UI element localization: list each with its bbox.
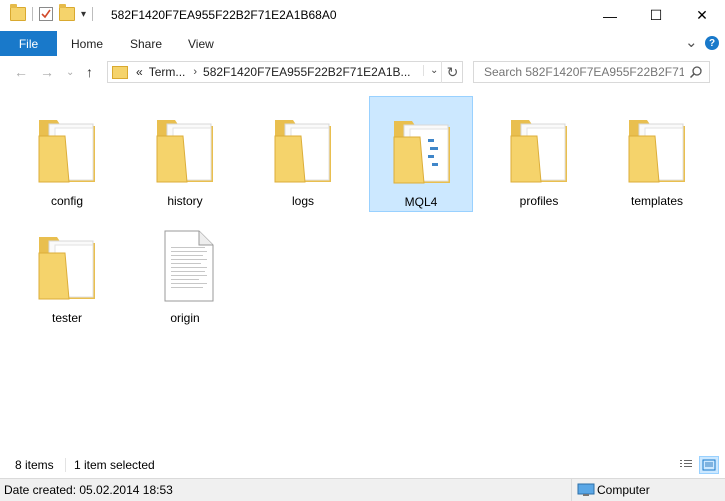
window-title: 582F1420F7EA955F22B2F71E2A1B68A0: [111, 8, 337, 22]
maximize-button[interactable]: ☐: [633, 0, 679, 31]
status-bar: 8 items 1 item selected: [0, 454, 725, 476]
new-folder-icon[interactable]: [59, 4, 75, 21]
search-box[interactable]: [473, 61, 710, 83]
folder-icon: [10, 4, 26, 21]
title-bar: ▾ 582F1420F7EA955F22B2F71E2A1B68A0 — ☐ ✕: [0, 0, 725, 31]
tab-home[interactable]: Home: [71, 31, 103, 56]
properties-icon[interactable]: [39, 7, 53, 21]
item-count: 8 items: [15, 458, 54, 472]
back-icon[interactable]: ←: [14, 64, 28, 80]
file-item-label: logs: [291, 194, 314, 208]
refresh-icon[interactable]: ↻: [441, 61, 463, 83]
expand-ribbon-icon[interactable]: ⌄: [685, 33, 698, 51]
address-bar[interactable]: « Term... › 582F1420F7EA955F22B2F71E2A1B…: [107, 61, 463, 83]
breadcrumb-terminal[interactable]: Term...: [149, 65, 186, 79]
ribbon-tabs: File Home Share View ⌄ ?: [0, 31, 725, 57]
file-item-label: origin: [170, 311, 200, 325]
folder-icon: [112, 65, 128, 79]
file-list: config history logs MQL4 profiles templa…: [0, 88, 725, 450]
details-view-icon[interactable]: [677, 456, 697, 474]
file-item-history[interactable]: history: [133, 96, 237, 212]
breadcrumb-overflow[interactable]: «: [136, 65, 143, 79]
file-item-label: history: [167, 194, 203, 208]
breadcrumb-current[interactable]: 582F1420F7EA955F22B2F71E2A1B...: [203, 65, 410, 79]
divider: [571, 479, 572, 501]
file-item-label: MQL4: [404, 195, 438, 209]
details-bar: Date created: 05.02.2014 18:53 Computer: [0, 478, 725, 501]
help-icon[interactable]: ?: [705, 36, 719, 50]
recent-locations-icon[interactable]: ⌄: [66, 67, 74, 78]
selection-count: 1 item selected: [74, 458, 155, 472]
file-item-label: templates: [630, 194, 684, 208]
close-button[interactable]: ✕: [679, 0, 725, 31]
file-item-templates[interactable]: templates: [605, 96, 709, 212]
large-icons-view-icon[interactable]: [699, 456, 719, 474]
file-item-logs[interactable]: logs: [251, 96, 355, 212]
tab-view[interactable]: View: [188, 31, 214, 56]
file-item-origin[interactable]: origin: [133, 213, 237, 329]
file-item-label: tester: [51, 311, 82, 325]
file-item-mql4[interactable]: MQL4: [369, 96, 473, 212]
customize-toolbar-icon[interactable]: ▾: [81, 9, 86, 20]
minimize-button[interactable]: —: [587, 0, 633, 31]
divider: [32, 7, 33, 21]
divider: [65, 458, 66, 472]
chevron-right-icon[interactable]: ›: [193, 66, 197, 78]
location-label: Computer: [597, 483, 650, 497]
file-item-label: config: [50, 194, 84, 208]
divider: [92, 7, 94, 21]
navigation-bar: ← → ⌄ ↑ « Term... › 582F1420F7EA955F22B2…: [0, 56, 725, 88]
tab-share[interactable]: Share: [130, 31, 162, 56]
file-item-profiles[interactable]: profiles: [487, 96, 591, 212]
forward-icon[interactable]: →: [40, 64, 54, 80]
computer-icon: [577, 483, 595, 500]
quick-access-toolbar: ▾: [10, 4, 94, 21]
tab-file[interactable]: File: [0, 31, 57, 56]
search-input[interactable]: [482, 64, 686, 80]
date-created: Date created: 05.02.2014 18:53: [4, 483, 173, 497]
file-item-label: profiles: [519, 194, 559, 208]
file-item-tester[interactable]: tester: [15, 213, 119, 329]
file-item-config[interactable]: config: [15, 96, 119, 212]
up-icon[interactable]: ↑: [86, 64, 93, 80]
search-icon[interactable]: [689, 65, 703, 82]
